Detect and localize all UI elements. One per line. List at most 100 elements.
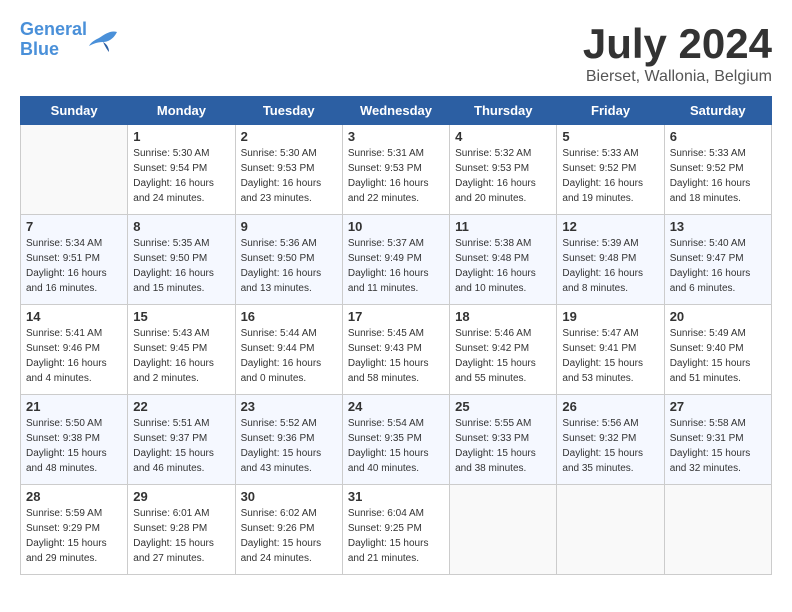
day-number: 9	[241, 219, 337, 234]
day-number: 19	[562, 309, 658, 324]
day-info: Sunrise: 5:45 AMSunset: 9:43 PMDaylight:…	[348, 326, 444, 386]
day-info: Sunrise: 5:47 AMSunset: 9:41 PMDaylight:…	[562, 326, 658, 386]
col-header-sunday: Sunday	[21, 97, 128, 125]
calendar-cell: 26 Sunrise: 5:56 AMSunset: 9:32 PMDayligh…	[557, 395, 664, 485]
day-info: Sunrise: 5:44 AMSunset: 9:44 PMDaylight:…	[241, 326, 337, 386]
day-number: 5	[562, 129, 658, 144]
day-info: Sunrise: 5:38 AMSunset: 9:48 PMDaylight:…	[455, 236, 551, 296]
day-number: 16	[241, 309, 337, 324]
col-header-thursday: Thursday	[450, 97, 557, 125]
day-info: Sunrise: 5:51 AMSunset: 9:37 PMDaylight:…	[133, 416, 229, 476]
col-header-wednesday: Wednesday	[342, 97, 449, 125]
day-number: 29	[133, 489, 229, 504]
day-info: Sunrise: 5:40 AMSunset: 9:47 PMDaylight:…	[670, 236, 766, 296]
day-info: Sunrise: 5:43 AMSunset: 9:45 PMDaylight:…	[133, 326, 229, 386]
calendar-cell	[21, 125, 128, 215]
day-number: 14	[26, 309, 122, 324]
calendar-cell: 30Sunrise: 6:02 AMSunset: 9:26 PMDayligh…	[235, 485, 342, 575]
day-number: 26	[562, 399, 658, 414]
day-number: 22	[133, 399, 229, 414]
day-number: 13	[670, 219, 766, 234]
day-number: 20	[670, 309, 766, 324]
calendar-cell: 24 Sunrise: 5:54 AMSunset: 9:35 PMDayligh…	[342, 395, 449, 485]
day-number: 25	[455, 399, 551, 414]
calendar-cell: 13 Sunrise: 5:40 AMSunset: 9:47 PMDayligh…	[664, 215, 771, 305]
calendar-cell: 4Sunrise: 5:32 AMSunset: 9:53 PMDaylight…	[450, 125, 557, 215]
day-info: Sunrise: 5:37 AMSunset: 9:49 PMDaylight:…	[348, 236, 444, 296]
logo-bird-icon	[89, 28, 119, 52]
calendar-week-row: 1 Sunrise: 5:30 AMSunset: 9:54 PMDaylight…	[21, 125, 772, 215]
calendar-week-row: 28Sunrise: 5:59 AMSunset: 9:29 PMDayligh…	[21, 485, 772, 575]
day-info: Sunrise: 5:56 AMSunset: 9:32 PMDaylight:…	[562, 416, 658, 476]
day-number: 23	[241, 399, 337, 414]
day-number: 17	[348, 309, 444, 324]
calendar-cell: 19 Sunrise: 5:47 AMSunset: 9:41 PMDayligh…	[557, 305, 664, 395]
calendar-cell: 17 Sunrise: 5:45 AMSunset: 9:43 PMDayligh…	[342, 305, 449, 395]
day-info: Sunrise: 5:58 AMSunset: 9:31 PMDaylight:…	[670, 416, 766, 476]
calendar-cell: 25 Sunrise: 5:55 AMSunset: 9:33 PMDayligh…	[450, 395, 557, 485]
day-number: 1	[133, 129, 229, 144]
calendar-cell: 5Sunrise: 5:33 AMSunset: 9:52 PMDaylight…	[557, 125, 664, 215]
day-number: 31	[348, 489, 444, 504]
calendar-week-row: 21 Sunrise: 5:50 AMSunset: 9:38 PMDayligh…	[21, 395, 772, 485]
calendar-cell: 3 Sunrise: 5:31 AMSunset: 9:53 PMDaylight…	[342, 125, 449, 215]
calendar-cell: 21 Sunrise: 5:50 AMSunset: 9:38 PMDayligh…	[21, 395, 128, 485]
day-info: Sunrise: 5:54 AMSunset: 9:35 PMDaylight:…	[348, 416, 444, 476]
location-title: Bierset, Wallonia, Belgium	[583, 68, 772, 86]
day-number: 12	[562, 219, 658, 234]
calendar-cell: 6Sunrise: 5:33 AMSunset: 9:52 PMDaylight…	[664, 125, 771, 215]
day-number: 27	[670, 399, 766, 414]
calendar-table: SundayMondayTuesdayWednesdayThursdayFrid…	[20, 96, 772, 575]
day-number: 3	[348, 129, 444, 144]
calendar-cell: 15 Sunrise: 5:43 AMSunset: 9:45 PMDayligh…	[128, 305, 235, 395]
calendar-cell	[450, 485, 557, 575]
calendar-header-row: SundayMondayTuesdayWednesdayThursdayFrid…	[21, 97, 772, 125]
day-number: 11	[455, 219, 551, 234]
calendar-cell: 22 Sunrise: 5:51 AMSunset: 9:37 PMDayligh…	[128, 395, 235, 485]
day-number: 10	[348, 219, 444, 234]
calendar-cell: 9 Sunrise: 5:36 AMSunset: 9:50 PMDaylight…	[235, 215, 342, 305]
calendar-cell: 11 Sunrise: 5:38 AMSunset: 9:48 PMDayligh…	[450, 215, 557, 305]
day-info: Sunrise: 5:35 AMSunset: 9:50 PMDaylight:…	[133, 236, 229, 296]
day-number: 2	[241, 129, 337, 144]
day-info: Sunrise: 5:39 AMSunset: 9:48 PMDaylight:…	[562, 236, 658, 296]
col-header-monday: Monday	[128, 97, 235, 125]
day-info: Sunrise: 5:31 AMSunset: 9:53 PMDaylight:…	[348, 146, 444, 206]
col-header-tuesday: Tuesday	[235, 97, 342, 125]
day-number: 24	[348, 399, 444, 414]
calendar-cell: 20Sunrise: 5:49 AMSunset: 9:40 PMDayligh…	[664, 305, 771, 395]
calendar-cell: 23 Sunrise: 5:52 AMSunset: 9:36 PMDayligh…	[235, 395, 342, 485]
day-number: 8	[133, 219, 229, 234]
day-info: Sunrise: 5:55 AMSunset: 9:33 PMDaylight:…	[455, 416, 551, 476]
logo-text: General Blue	[20, 20, 87, 60]
day-info: Sunrise: 5:52 AMSunset: 9:36 PMDaylight:…	[241, 416, 337, 476]
calendar-cell: 8 Sunrise: 5:35 AMSunset: 9:50 PMDaylight…	[128, 215, 235, 305]
day-number: 28	[26, 489, 122, 504]
calendar-cell	[557, 485, 664, 575]
day-number: 30	[241, 489, 337, 504]
calendar-week-row: 7Sunrise: 5:34 AMSunset: 9:51 PMDaylight…	[21, 215, 772, 305]
day-info: Sunrise: 5:46 AMSunset: 9:42 PMDaylight:…	[455, 326, 551, 386]
day-info: Sunrise: 5:36 AMSunset: 9:50 PMDaylight:…	[241, 236, 337, 296]
day-info: Sunrise: 5:50 AMSunset: 9:38 PMDaylight:…	[26, 416, 122, 476]
calendar-cell: 1 Sunrise: 5:30 AMSunset: 9:54 PMDaylight…	[128, 125, 235, 215]
calendar-cell: 16 Sunrise: 5:44 AMSunset: 9:44 PMDayligh…	[235, 305, 342, 395]
day-number: 21	[26, 399, 122, 414]
day-info: Sunrise: 6:01 AMSunset: 9:28 PMDaylight:…	[133, 506, 229, 566]
day-info: Sunrise: 5:30 AMSunset: 9:53 PMDaylight:…	[241, 146, 337, 206]
logo: General Blue	[20, 20, 119, 60]
month-title: July 2024	[583, 20, 772, 68]
header: General Blue July 2024 Bierset, Wallonia…	[20, 20, 772, 86]
day-info: Sunrise: 5:30 AMSunset: 9:54 PMDaylight:…	[133, 146, 229, 206]
title-area: July 2024 Bierset, Wallonia, Belgium	[583, 20, 772, 86]
calendar-cell: 7Sunrise: 5:34 AMSunset: 9:51 PMDaylight…	[21, 215, 128, 305]
col-header-saturday: Saturday	[664, 97, 771, 125]
day-number: 4	[455, 129, 551, 144]
calendar-cell	[664, 485, 771, 575]
day-number: 6	[670, 129, 766, 144]
col-header-friday: Friday	[557, 97, 664, 125]
day-info: Sunrise: 5:34 AMSunset: 9:51 PMDaylight:…	[26, 236, 122, 296]
calendar-cell: 29 Sunrise: 6:01 AMSunset: 9:28 PMDayligh…	[128, 485, 235, 575]
day-number: 15	[133, 309, 229, 324]
calendar-cell: 12 Sunrise: 5:39 AMSunset: 9:48 PMDayligh…	[557, 215, 664, 305]
